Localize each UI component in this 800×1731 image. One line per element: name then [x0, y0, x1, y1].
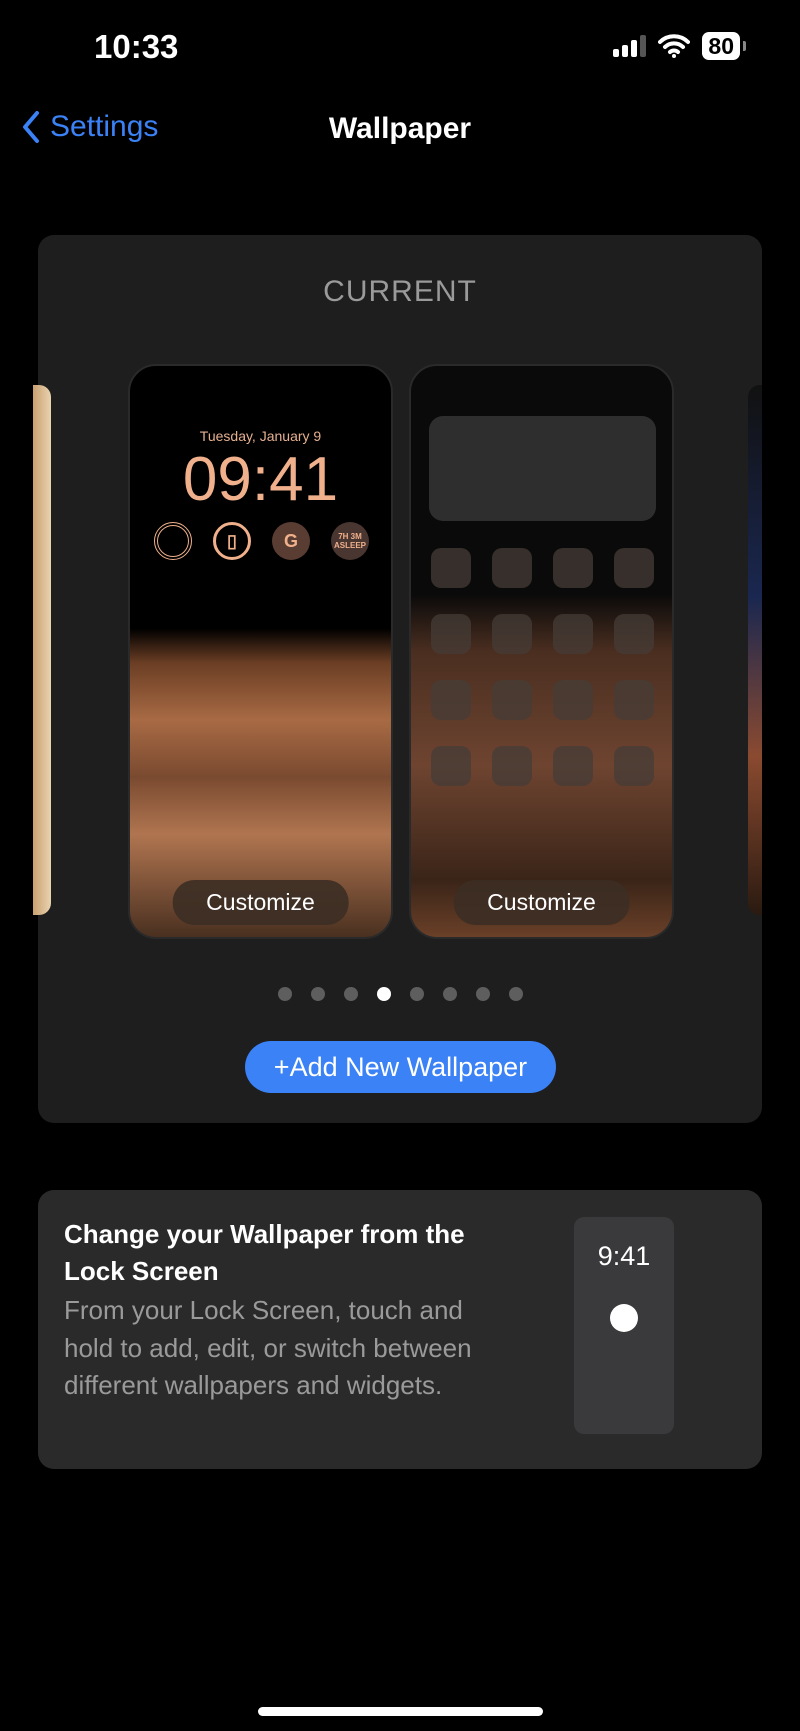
lock-screen-preview[interactable]: Tuesday, January 9 09:41 ▯ G 7H 3M ASLEE…: [128, 364, 393, 939]
activity-rings-icon: [154, 522, 192, 560]
lock-time: 09:41: [182, 445, 339, 514]
next-wallpaper-preview[interactable]: [748, 385, 762, 915]
cellular-signal-icon: [613, 35, 647, 57]
lock-widgets: ▯ G 7H 3M ASLEEP: [154, 522, 369, 560]
page-indicator[interactable]: [38, 987, 762, 1001]
status-time: 10:33: [94, 28, 179, 65]
customize-home-button[interactable]: Customize: [453, 880, 630, 925]
lock-date: Tuesday, January 9: [199, 428, 322, 444]
section-label: CURRENT: [323, 275, 477, 308]
status-icons: 80: [613, 32, 746, 60]
touch-dot-icon: [610, 1304, 638, 1332]
page-title: Wallpaper: [328, 112, 472, 145]
previous-wallpaper-preview[interactable]: [33, 385, 51, 915]
widget-placeholder: [429, 416, 656, 521]
home-screen-preview[interactable]: Customize: [409, 364, 674, 939]
battery-indicator: 80: [702, 32, 746, 60]
home-indicator[interactable]: [258, 1707, 543, 1716]
add-new-wallpaper-button[interactable]: +Add New Wallpaper: [245, 1041, 556, 1093]
wallpaper-card: CURRENT Tuesday, January 9 09:41 ▯ G 7H …: [33, 235, 762, 1123]
illustration-time: 9:41: [597, 1241, 651, 1271]
watch-icon: ▯: [213, 522, 251, 560]
wifi-icon: [658, 34, 691, 58]
sleep-widget: 7H 3M ASLEEP: [331, 522, 369, 560]
tip-title: Change your Wallpaper from the Lock Scre…: [64, 1219, 465, 1286]
tip-body: From your Lock Screen, touch and hold to…: [64, 1295, 472, 1400]
app-icon-grid: [431, 548, 654, 786]
tip-card: Change your Wallpaper from the Lock Scre…: [38, 1190, 762, 1469]
customize-lock-button[interactable]: Customize: [172, 880, 349, 925]
lock-screen-illustration: 9:41: [574, 1217, 674, 1434]
google-icon: G: [272, 522, 310, 560]
